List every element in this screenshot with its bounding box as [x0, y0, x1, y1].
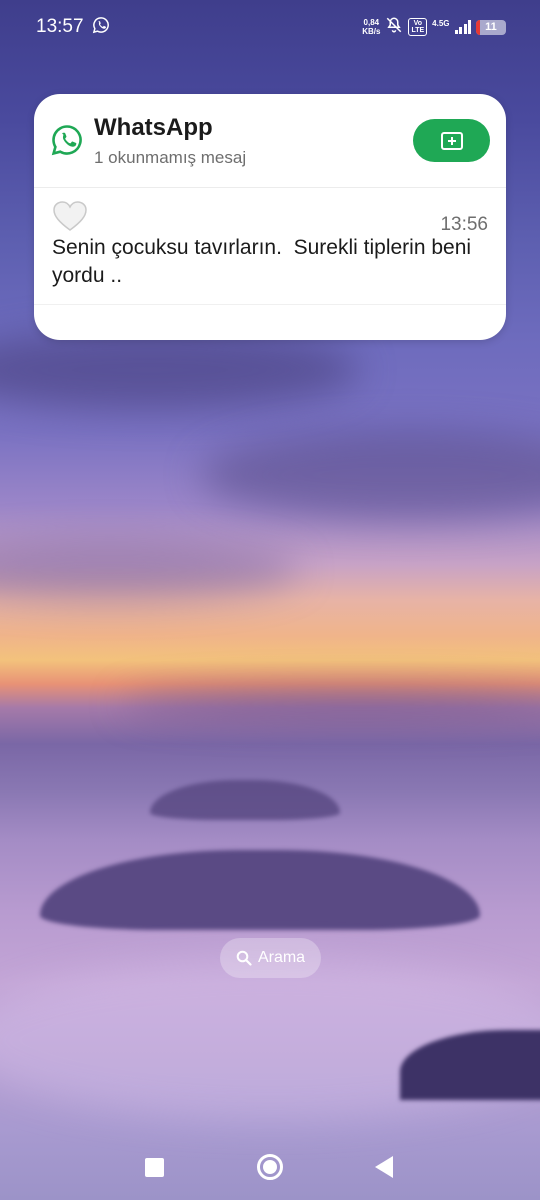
whatsapp-notification[interactable]: WhatsApp 1 okunmamış mesaj 13:56 Senin ç…	[34, 94, 506, 340]
status-clock: 13:57	[36, 16, 84, 37]
signal-icon	[454, 20, 471, 34]
whatsapp-icon	[92, 16, 110, 39]
battery-icon: 11	[476, 19, 506, 35]
notification-header[interactable]: WhatsApp 1 okunmamış mesaj	[34, 94, 506, 188]
notification-subtitle: 1 okunmamış mesaj	[94, 148, 247, 167]
back-icon[interactable]	[375, 1156, 393, 1178]
net-speed: 0,84 KB/s	[362, 18, 381, 36]
status-bar: 13:57 0,84 KB/s Vo LTE 4.5G 11	[0, 0, 540, 54]
whatsapp-logo-icon	[51, 125, 82, 156]
message-time: 13:56	[440, 214, 488, 235]
mute-bell-icon	[385, 16, 403, 39]
search-button[interactable]: Arama	[220, 938, 321, 978]
search-label: Arama	[257, 949, 306, 966]
open-bubble-button[interactable]	[413, 119, 490, 162]
white-heart-icon	[53, 201, 87, 231]
recents-icon[interactable]	[145, 1158, 164, 1177]
network-type: 4.5G	[432, 18, 450, 28]
navigation-bar	[0, 1140, 540, 1196]
message-text: Senin çocuksu tavırların. Surekli tipler…	[52, 236, 477, 287]
home-icon[interactable]	[257, 1154, 283, 1180]
app-name: WhatsApp	[94, 114, 213, 141]
search-icon	[236, 950, 252, 966]
volte-icon: Vo LTE	[408, 18, 428, 36]
open-bubble-icon	[440, 131, 463, 150]
message-row[interactable]: 13:56 Senin çocuksu tavırların. Surekli …	[34, 188, 506, 305]
